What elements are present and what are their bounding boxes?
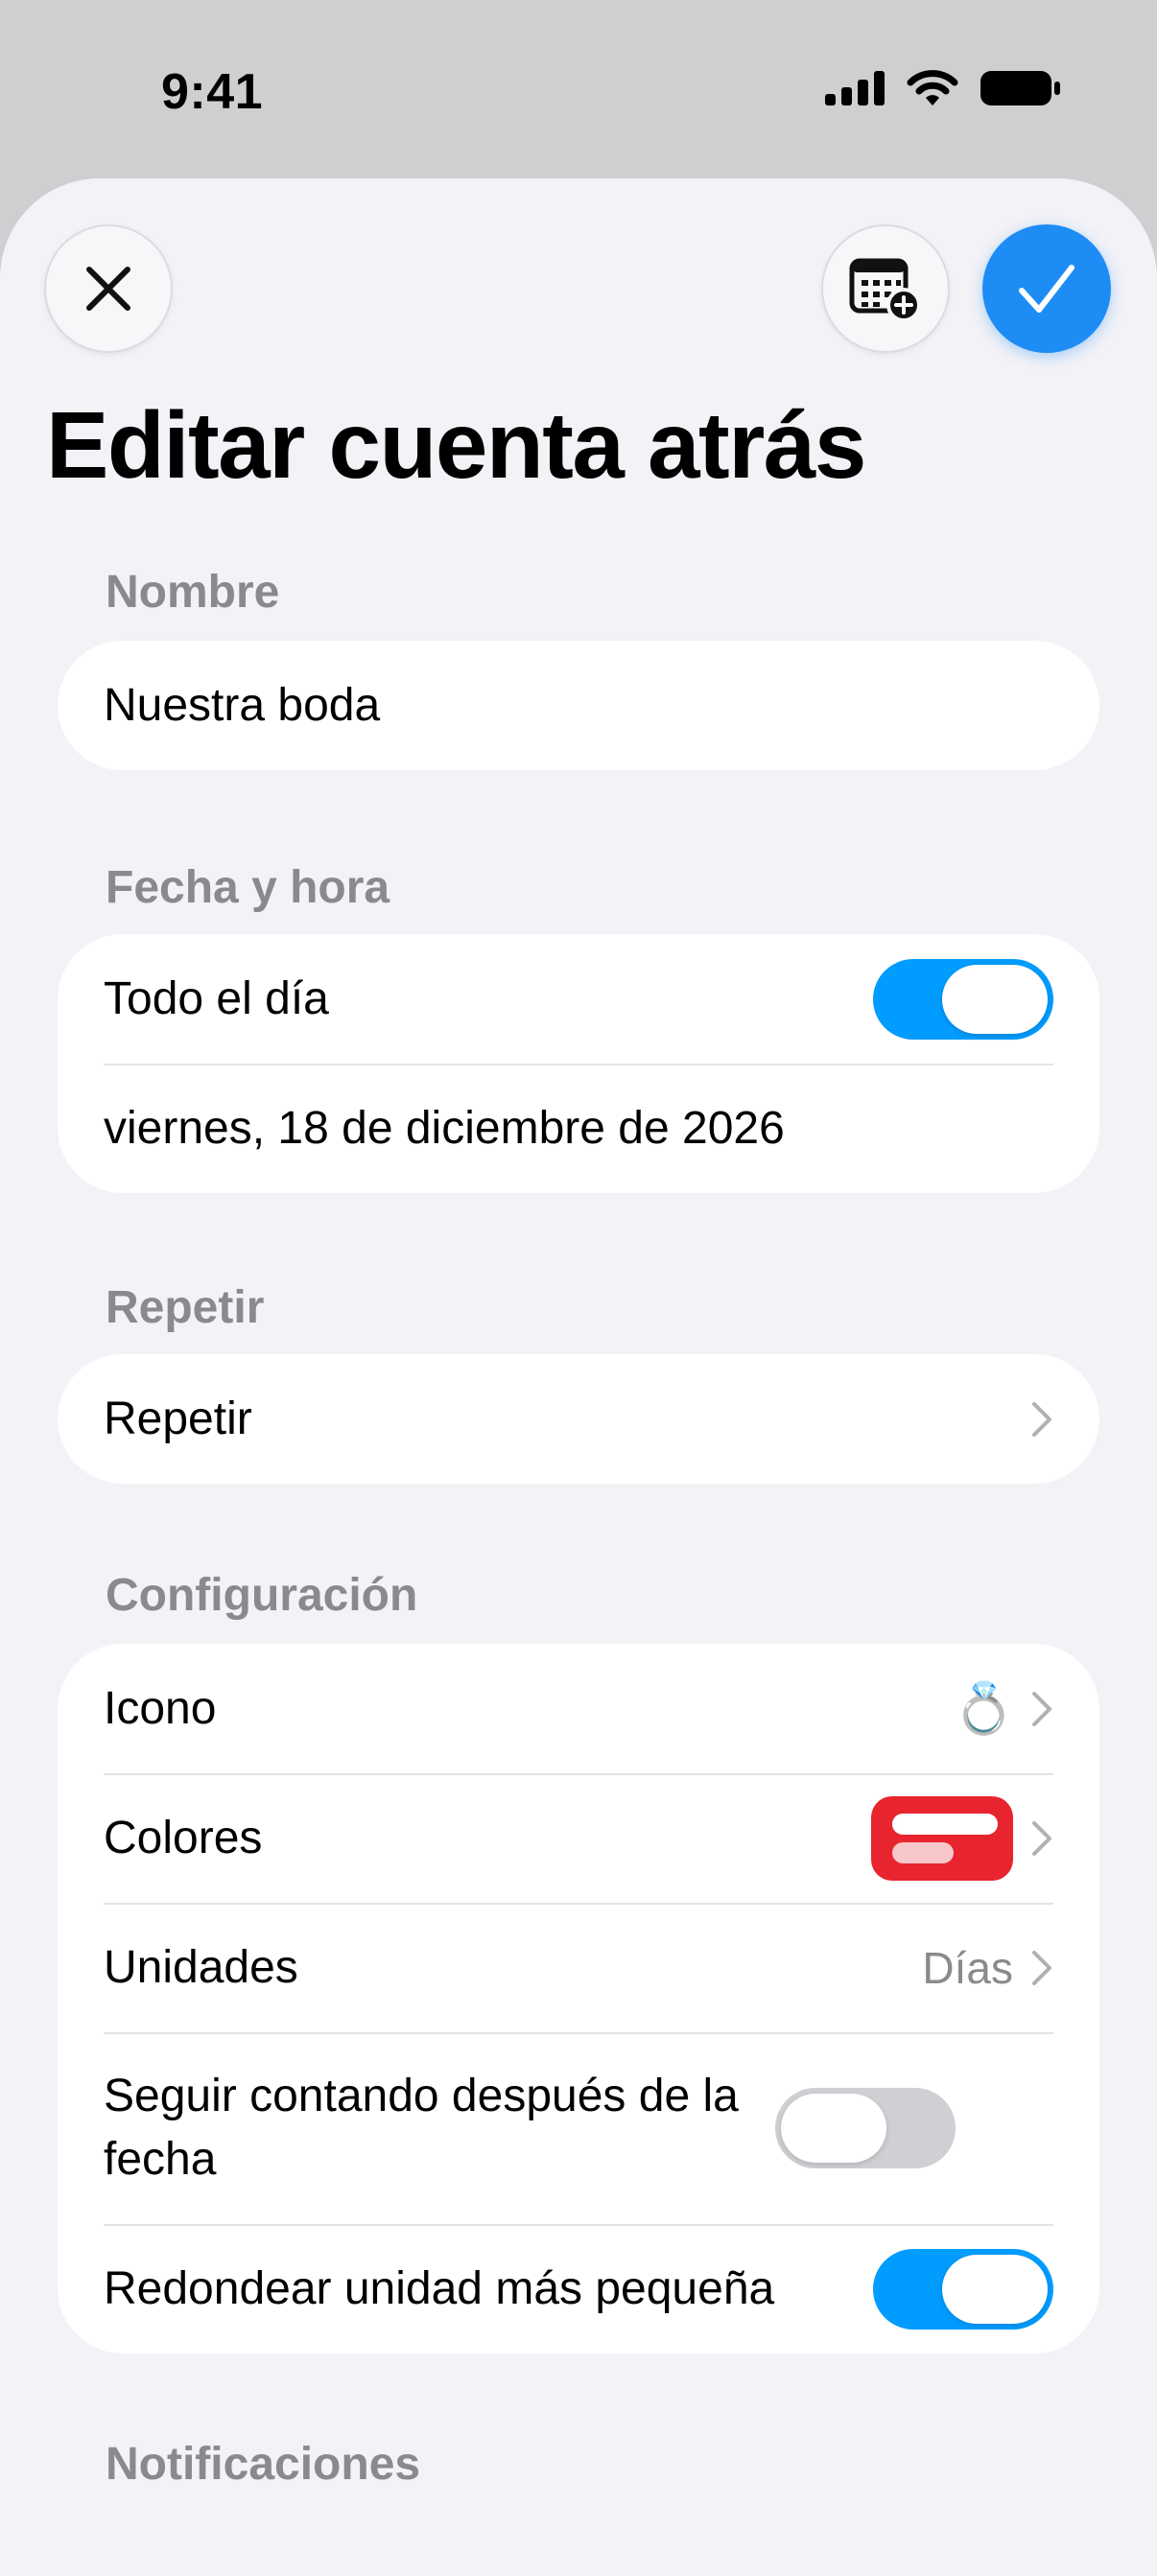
battery-icon (980, 71, 1060, 105)
units-value: Días (922, 1942, 1013, 1993)
units-row[interactable]: Unidades Días (58, 1903, 1099, 2032)
settings-group: Icono 💍 Colores Unidades Días Seguir con… (58, 1644, 1099, 2354)
keep-counting-toggle[interactable] (775, 2088, 956, 2168)
confirm-button[interactable] (982, 224, 1111, 353)
chevron-right-icon (1032, 1950, 1051, 1985)
color-swatch (871, 1795, 1013, 1881)
icon-label: Icono (104, 1683, 217, 1734)
signal-icon (825, 71, 885, 105)
section-label-settings: Configuración (106, 1570, 418, 1621)
all-day-label: Todo el día (104, 973, 329, 1024)
page-title: Editar cuenta atrás (46, 392, 866, 498)
repeat-row[interactable]: Repetir (58, 1354, 1099, 1484)
wifi-icon (907, 70, 958, 105)
section-label-name: Nombre (106, 567, 280, 618)
repeat-label: Repetir (104, 1393, 252, 1444)
chevron-right-icon (1032, 1820, 1051, 1856)
close-icon (86, 267, 130, 311)
chevron-right-icon (1032, 1401, 1051, 1437)
chevron-right-icon (1032, 1691, 1051, 1726)
date-row[interactable]: viernes, 18 de diciembre de 2026 (58, 1064, 1099, 1193)
toggle-knob (942, 2254, 1048, 2324)
status-bar: 9:41 (0, 0, 1157, 182)
calendar-add-icon (849, 258, 921, 322)
round-row: Redondear unidad más pequeña (58, 2224, 1099, 2354)
section-label-repeat: Repetir (106, 1282, 265, 1333)
colors-row[interactable]: Colores (58, 1773, 1099, 1903)
toggle-knob (942, 964, 1048, 1034)
status-icons (825, 69, 1061, 107)
round-label: Redondear unidad más pequeña (104, 2263, 775, 2314)
colors-label: Colores (104, 1813, 263, 1863)
all-day-toggle[interactable] (873, 958, 1053, 1040)
icon-row[interactable]: Icono 💍 (58, 1644, 1099, 1773)
section-label-datetime: Fecha y hora (106, 862, 390, 913)
checkmark-icon (1019, 265, 1074, 313)
datetime-group: Todo el día viernes, 18 de diciembre de … (58, 934, 1099, 1193)
name-field[interactable]: Nuestra boda (58, 641, 1099, 770)
section-label-notifications: Notificaciones (106, 2439, 421, 2490)
toggle-knob (781, 2094, 886, 2163)
all-day-row: Todo el día (58, 934, 1099, 1064)
keep-counting-row: Seguir contando después de la fecha (58, 2032, 1099, 2224)
status-time: 9:41 (161, 64, 264, 120)
repeat-group: Repetir (58, 1354, 1099, 1484)
units-label: Unidades (104, 1942, 298, 1993)
keep-counting-label: Seguir contando después de la fecha (104, 2071, 739, 2185)
edit-sheet: Editar cuenta atrás Nombre Nuestra boda … (0, 178, 1157, 2576)
date-value: viernes, 18 de diciembre de 2026 (104, 1103, 785, 1154)
round-toggle[interactable] (873, 2248, 1053, 2330)
add-to-calendar-button[interactable] (821, 224, 950, 353)
close-button[interactable] (44, 224, 173, 353)
name-group: Nuestra boda (58, 641, 1099, 770)
name-value: Nuestra boda (104, 680, 381, 731)
ring-icon: 💍 (953, 1681, 1015, 1737)
